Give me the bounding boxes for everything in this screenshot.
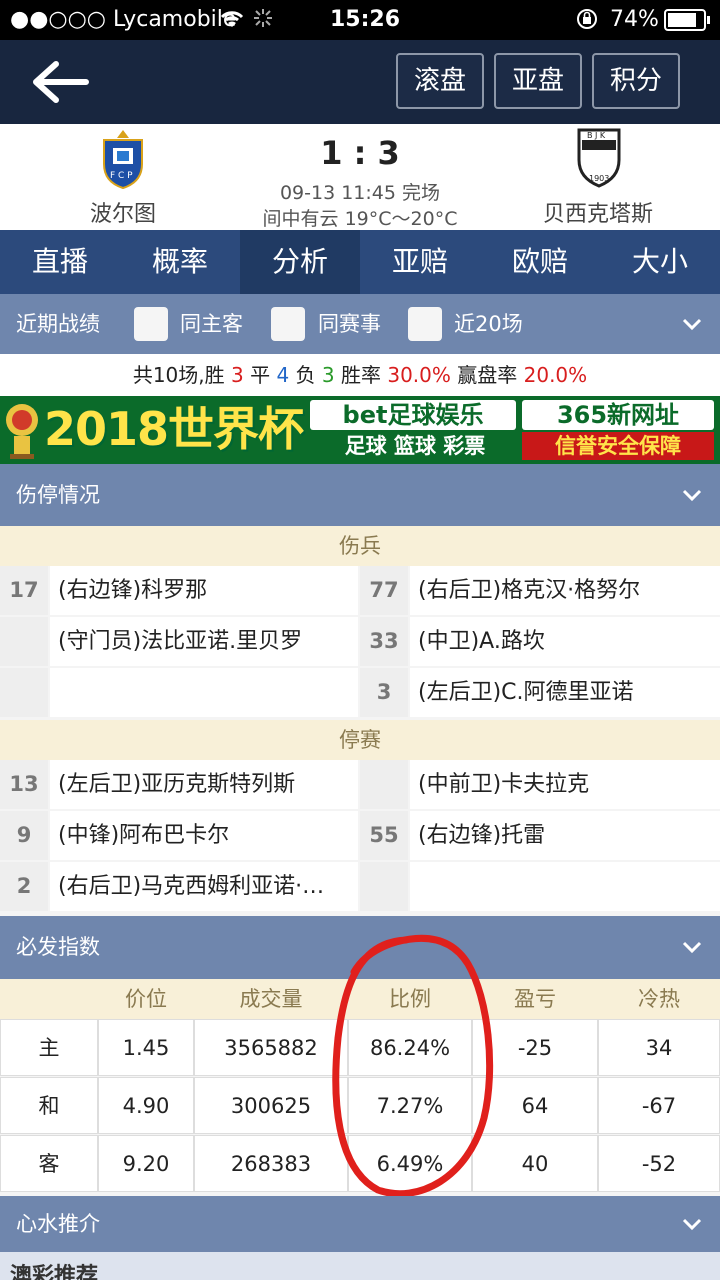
away-player-number: 33: [360, 617, 408, 666]
macau-recommend-bar[interactable]: 澳彩推荐: [0, 1252, 720, 1280]
index-section-title: 必发指数: [16, 935, 100, 959]
tips-section-bar[interactable]: 心水推介: [0, 1196, 720, 1252]
cell-hot-cold: 34: [598, 1019, 720, 1076]
match-tabs: 直播 概率 分析 亚赔 欧赔 大小: [0, 230, 720, 294]
away-player-name: (中卫)A.路坎: [410, 617, 720, 666]
cell-hot-cold: -67: [598, 1077, 720, 1134]
svg-text:1903: 1903: [589, 174, 609, 183]
home-player-name: (右后卫)马克西姆利亚诺·…: [50, 862, 358, 911]
match-header: F C P 波尔图 1 : 3 09-13 11:45 完场 间中有云 19°C…: [0, 124, 720, 230]
home-player-number: 9: [0, 811, 48, 860]
injured-subheader: 伤兵: [0, 526, 720, 566]
home-player-name: [50, 668, 358, 717]
home-player-number: 17: [0, 566, 48, 615]
same-home-away-checkbox[interactable]: [134, 307, 168, 341]
away-team-name: 贝西克塔斯: [542, 202, 653, 227]
banner-headline: 2018世界杯: [44, 402, 304, 456]
macau-recommend-title: 澳彩推荐: [10, 1264, 99, 1280]
away-player-name: [410, 862, 720, 911]
back-arrow-icon[interactable]: [28, 58, 92, 106]
cell-corner: 和: [0, 1077, 98, 1134]
tab-live[interactable]: 直播: [0, 230, 120, 294]
home-player-number: [0, 617, 48, 666]
tab-over-under[interactable]: 大小: [600, 230, 720, 294]
cell-corner: 客: [0, 1135, 98, 1192]
home-player-name: (守门员)法比亚诺.里贝罗: [50, 617, 358, 666]
cell-corner: 主: [0, 1019, 98, 1076]
banner-tag-2: 365新网址: [522, 400, 714, 430]
home-player-name: (左后卫)亚历克斯特列斯: [50, 760, 358, 809]
last-20-checkbox[interactable]: [408, 307, 442, 341]
header-hot-cold: 冷热: [598, 979, 720, 1019]
status-bar: ●●○○○ Lycamobile 15:26 74%: [0, 0, 720, 40]
battery-percent: 74%: [610, 7, 659, 32]
wifi-icon: [218, 7, 246, 34]
same-league-label: 同赛事: [318, 312, 381, 336]
ad-banner[interactable]: 2018世界杯 bet足球娱乐 365新网址 足球 篮球 彩票 信誉安全保障: [0, 396, 720, 464]
tab-probability[interactable]: 概率: [120, 230, 240, 294]
standings-button[interactable]: 积分: [592, 53, 680, 109]
injury-section-title: 伤停情况: [16, 483, 100, 507]
world-cup-trophy-icon: [2, 400, 42, 460]
svg-text:B J K: B J K: [587, 131, 606, 140]
away-team-logo: B J K 1903: [574, 126, 624, 188]
carrier-label: ●●○○○ Lycamobile: [10, 7, 237, 32]
losses-count: 3: [321, 363, 335, 387]
battery-icon: [664, 9, 712, 37]
away-player-name: (右后卫)格克汉·格努尔: [410, 566, 720, 615]
highlight-circle-annotation: [332, 934, 494, 1198]
cover-rate: 20.0%: [523, 363, 588, 387]
recent-record-summary: 共10场,胜 3 平 4 负 3 胜率 30.0% 赢盘率 20.0%: [0, 354, 720, 396]
recent-record-bar[interactable]: 近期战绩 同主客 同赛事 近20场: [0, 294, 720, 354]
banner-tag-4: 信誉安全保障: [522, 432, 714, 460]
away-player-number: 77: [360, 566, 408, 615]
banner-tag-3: 足球 篮球 彩票: [344, 434, 486, 458]
away-player-name: (右边锋)托雷: [410, 811, 720, 860]
header-price: 价位: [98, 979, 194, 1019]
tips-section-title: 心水推介: [16, 1212, 100, 1236]
draws-count: 4: [276, 363, 290, 387]
home-player-name: (中锋)阿布巴卡尔: [50, 811, 358, 860]
home-player-number: [0, 668, 48, 717]
header-corner: [0, 979, 98, 1019]
recent-record-title: 近期战绩: [16, 312, 100, 336]
cell-price: 1.45: [98, 1019, 194, 1076]
live-odds-button[interactable]: 滚盘: [396, 53, 484, 109]
away-player-number: [360, 862, 408, 911]
chevron-down-icon[interactable]: [682, 937, 702, 957]
tab-asian-odds[interactable]: 亚赔: [360, 230, 480, 294]
injury-section-bar[interactable]: 伤停情况: [0, 464, 720, 526]
clock: 15:26: [330, 7, 401, 32]
away-player-name: (左后卫)C.阿德里亚诺: [410, 668, 720, 717]
top-nav-bar: 滚盘 亚盘 积分: [0, 40, 720, 124]
cell-hot-cold: -52: [598, 1135, 720, 1192]
last-20-label: 近20场: [454, 312, 523, 336]
chevron-down-icon[interactable]: [682, 314, 702, 334]
away-player-number: 3: [360, 668, 408, 717]
chevron-down-icon[interactable]: [682, 485, 702, 505]
rotation-lock-icon: [575, 7, 599, 37]
same-league-checkbox[interactable]: [271, 307, 305, 341]
same-home-away-label: 同主客: [180, 312, 243, 336]
chevron-down-icon[interactable]: [682, 1214, 702, 1234]
away-player-name: (中前卫)卡夫拉克: [410, 760, 720, 809]
away-player-number: 55: [360, 811, 408, 860]
tab-analysis[interactable]: 分析: [240, 230, 360, 294]
home-player-name: (右边锋)科罗那: [50, 566, 358, 615]
home-player-number: 2: [0, 862, 48, 911]
asian-handicap-button[interactable]: 亚盘: [494, 53, 582, 109]
wins-count: 3: [231, 363, 244, 387]
home-player-number: 13: [0, 760, 48, 809]
cell-price: 9.20: [98, 1135, 194, 1192]
away-player-number: [360, 760, 408, 809]
tab-euro-odds[interactable]: 欧赔: [480, 230, 600, 294]
suspended-subheader: 停赛: [0, 720, 720, 760]
activity-icon: [252, 7, 274, 35]
cell-price: 4.90: [98, 1077, 194, 1134]
banner-tag-1: bet足球娱乐: [310, 400, 516, 430]
win-rate: 30.0%: [387, 363, 451, 387]
